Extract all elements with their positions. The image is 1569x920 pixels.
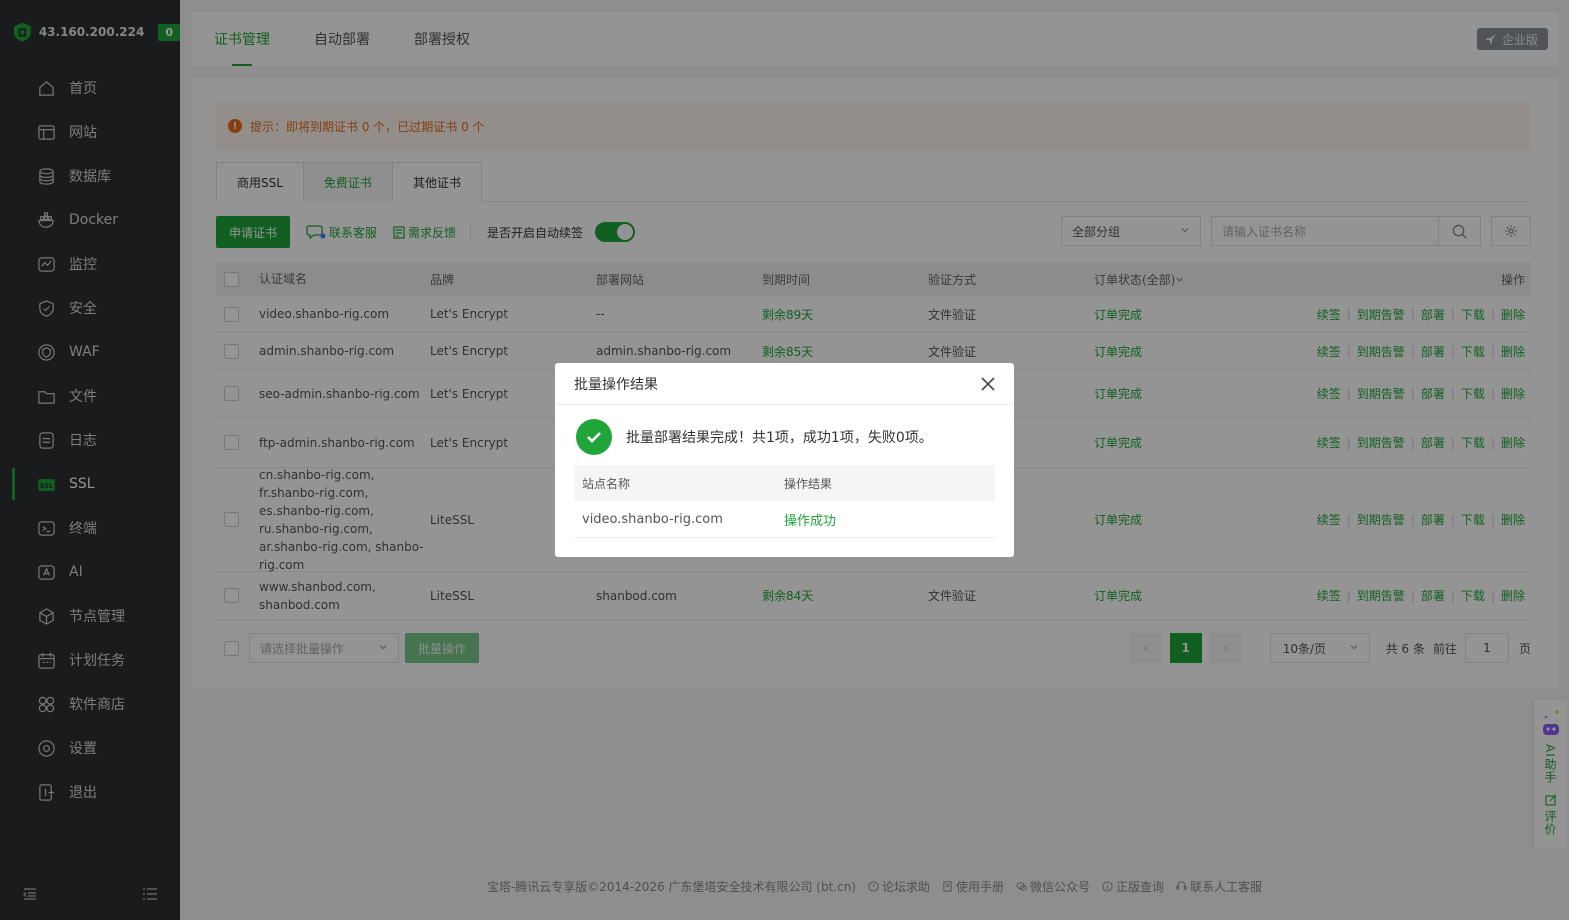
col-site-name: 站点名称	[582, 476, 631, 491]
dialog-message: 批量部署结果完成！共1项，成功1项，失败0项。	[576, 419, 933, 455]
dialog-result-row: video.shanbo-rig.com 操作成功	[574, 501, 995, 538]
col-op-result: 操作结果	[784, 476, 833, 491]
success-check-icon	[576, 419, 612, 455]
batch-result-dialog: 批量操作结果 批量部署结果完成！共1项，成功1项，失败0项。 站点名称 操作结果…	[555, 363, 1014, 557]
dialog-result-table: 站点名称 操作结果 video.shanbo-rig.com 操作成功	[574, 465, 995, 538]
dialog-title: 批量操作结果	[555, 363, 1014, 405]
dialog-message-text: 批量部署结果完成！共1项，成功1项，失败0项。	[626, 430, 933, 446]
close-icon[interactable]	[980, 376, 996, 392]
result-status: 操作成功	[784, 513, 837, 529]
dialog-table-header: 站点名称 操作结果	[574, 465, 995, 501]
result-site: video.shanbo-rig.com	[582, 511, 723, 527]
